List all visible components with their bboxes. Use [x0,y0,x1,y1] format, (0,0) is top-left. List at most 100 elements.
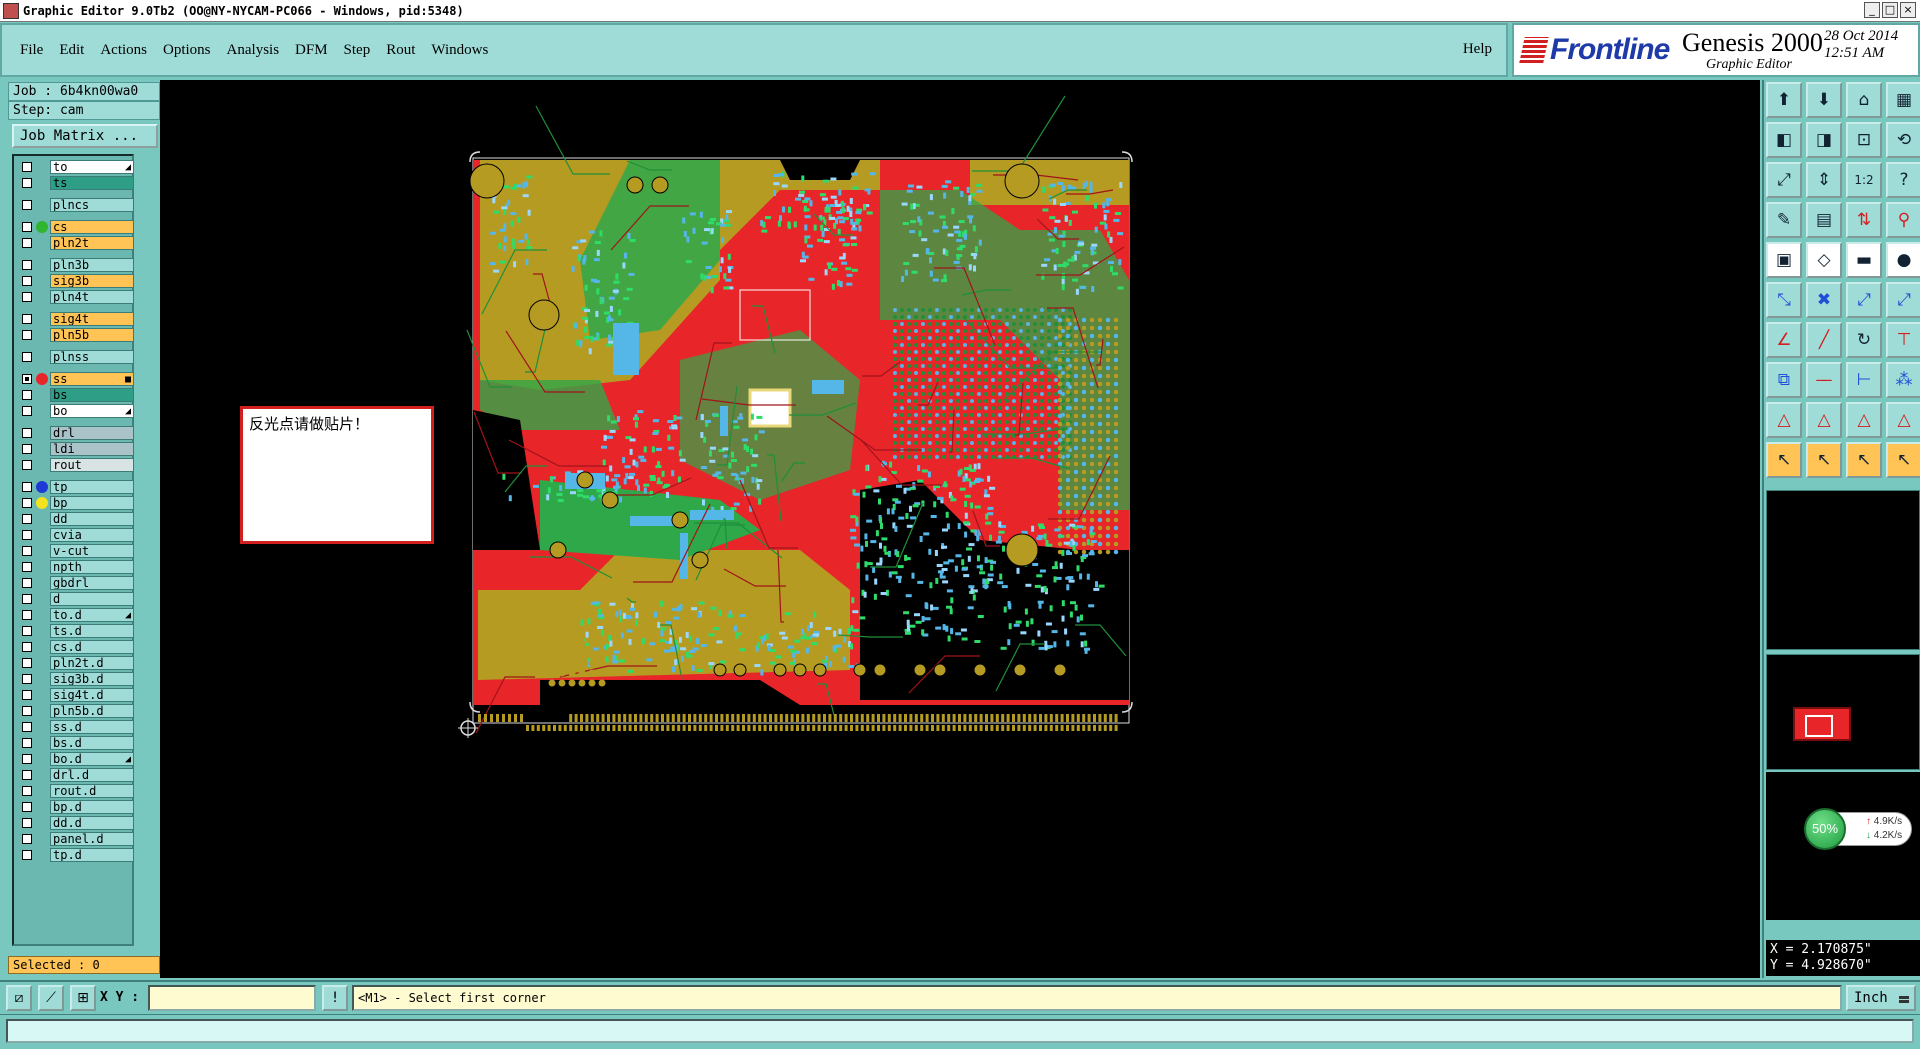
layer-row[interactable]: ldi [16,442,134,456]
layer-row[interactable]: rout.d [16,784,134,798]
command-field[interactable] [6,1019,1914,1043]
layer-row[interactable]: pln2t [16,236,134,250]
scale-1-2-button[interactable]: 1:2 [1846,162,1882,198]
layer-row[interactable]: ss.d [16,720,134,734]
layer-checkbox[interactable] [22,674,32,684]
layer-checkbox[interactable] [22,276,32,286]
pads-button[interactable]: ⁂ [1886,362,1920,398]
layer-checkbox[interactable] [22,162,32,172]
board-overview[interactable] [1766,654,1920,770]
layer-row[interactable]: tp.d [16,848,134,862]
layer-checkbox[interactable] [22,626,32,636]
layer-checkbox[interactable] [22,690,32,700]
grid-snap-icon[interactable]: ⊞ [70,985,96,1011]
layer-name[interactable]: to.d ◢ [50,608,134,622]
layer-name[interactable]: pln4t [50,290,134,304]
layer-name[interactable]: bs.d [50,736,134,750]
layer-name[interactable]: to ◢ [50,160,134,174]
layer-checkbox[interactable] [22,754,32,764]
layer-row[interactable]: ts.d [16,624,134,638]
layer-row[interactable]: dd.d [16,816,134,830]
layer-row[interactable]: plncs [16,198,134,212]
layer-name[interactable]: cvia [50,528,134,542]
grid-button[interactable]: ▤ [1806,202,1842,238]
layer-name[interactable]: pln5b [50,328,134,342]
surface-edit-button[interactable]: △ [1846,402,1882,438]
close-button[interactable]: × [1900,2,1916,18]
layer-name[interactable]: pln5b.d [50,704,134,718]
add-text-button[interactable]: ▬ [1846,242,1882,278]
layer-row[interactable]: pln5b.d [16,704,134,718]
surface-button[interactable]: △ [1766,402,1802,438]
layer-checkbox[interactable] [22,850,32,860]
menu-options[interactable]: Options [163,42,211,59]
layer-name[interactable]: npth [50,560,134,574]
layer-checkbox[interactable] [22,352,32,362]
layer-checkbox[interactable] [22,562,32,572]
layer-name[interactable]: rout.d [50,784,134,798]
pan-right-button[interactable]: ◨ [1806,122,1842,158]
layer-row[interactable]: bo.d ◢ [16,752,134,766]
layer-name[interactable]: bo ◢ [50,404,134,418]
layer-checkbox[interactable] [22,314,32,324]
layer-checkbox[interactable] [22,374,32,384]
surface-hole-button[interactable]: △ [1886,402,1920,438]
layer-name[interactable]: dd.d [50,816,134,830]
layer-row[interactable]: plnss [16,350,134,364]
add-round-button[interactable]: ● [1886,242,1920,278]
layer-name[interactable]: tp [50,480,134,494]
layer-name[interactable]: cs.d [50,640,134,654]
layer-checkbox[interactable] [22,238,32,248]
pointer-box-button[interactable]: ↖ [1846,442,1882,478]
layer-row[interactable]: pln4t [16,290,134,304]
measure-button[interactable]: ⇅ [1846,202,1882,238]
layer-checkbox[interactable] [22,498,32,508]
layer-checkbox[interactable] [22,546,32,556]
surface-add-button[interactable]: △ [1806,402,1842,438]
layer-checkbox[interactable] [22,444,32,454]
layer-name[interactable]: drl [50,426,134,440]
align-button[interactable]: ⊢ [1846,362,1882,398]
layer-row[interactable]: to.d ◢ [16,608,134,622]
layer-row[interactable]: d [16,592,134,606]
layer-row[interactable]: sig4t [16,312,134,326]
arc-button[interactable]: ↻ [1846,322,1882,358]
layer-checkbox[interactable] [22,178,32,188]
layer-checkbox[interactable] [22,460,32,470]
home-button[interactable]: ⌂ [1846,82,1882,118]
layer-row[interactable]: bp.d [16,800,134,814]
layer-checkbox[interactable] [22,260,32,270]
save-step-button[interactable]: ⬇ [1806,82,1842,118]
move-button[interactable]: ⤡ [1766,282,1802,318]
layer-name[interactable]: pln2t [50,236,134,250]
layer-checkbox[interactable] [22,530,32,540]
pointer-select-button[interactable]: ↖ [1806,442,1842,478]
copy-button[interactable]: ⤢ [1846,282,1882,318]
window-split-button[interactable]: ▦ [1886,82,1920,118]
layer-checkbox[interactable] [22,200,32,210]
resize-button[interactable]: ⧉ [1766,362,1802,398]
layer-checkbox[interactable] [22,786,32,796]
layer-checkbox[interactable] [22,722,32,732]
layer-checkbox[interactable] [22,514,32,524]
edit-line-button[interactable]: ∠ [1766,322,1802,358]
layer-name[interactable]: bo.d ◢ [50,752,134,766]
layer-row[interactable]: pln5b [16,328,134,342]
minimize-button[interactable]: _ [1864,2,1880,18]
layer-row[interactable]: to ◢ [16,160,134,174]
layer-checkbox[interactable] [22,292,32,302]
layer-checkbox[interactable] [22,706,32,716]
layer-checkbox[interactable] [22,406,32,416]
layer-name[interactable]: bp [50,496,134,510]
menu-dfm[interactable]: DFM [295,42,328,59]
graphic-canvas[interactable]: 反光点请做贴片！ [160,80,1760,978]
layer-row[interactable]: bs.d [16,736,134,750]
layer-row[interactable]: bo ◢ [16,404,134,418]
layer-row[interactable]: pln2t.d [16,656,134,670]
layer-checkbox[interactable] [22,390,32,400]
add-pad-button[interactable]: ▣ [1766,242,1802,278]
job-matrix-button[interactable]: Job Matrix ... [12,124,158,148]
layer-row[interactable]: bp [16,496,134,510]
zoom-home-button[interactable]: ⤢ [1766,162,1802,198]
pointer-button[interactable]: ↖ [1766,442,1802,478]
